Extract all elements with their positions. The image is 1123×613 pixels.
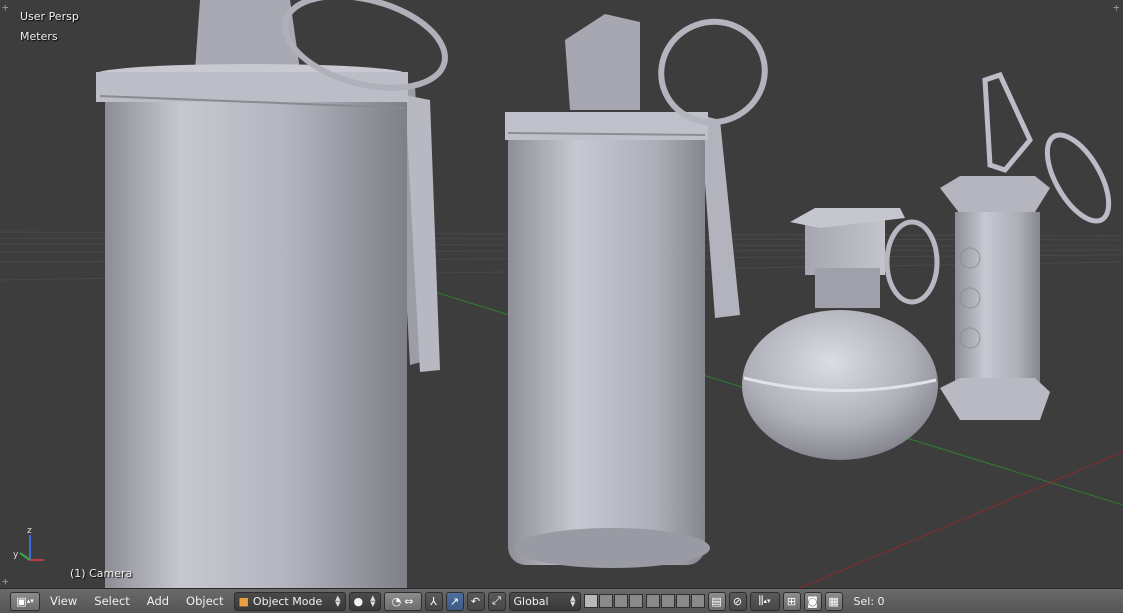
editor-type-button[interactable]: ▣ ▴▾ xyxy=(10,591,40,611)
render-animation-button[interactable]: ▦ xyxy=(824,591,843,611)
snap-target-button[interactable]: ⊞ xyxy=(782,591,801,611)
manipulator-icon: ⅄ xyxy=(430,594,437,608)
render-icon: ◙ xyxy=(807,594,818,608)
grenade-hex[interactable] xyxy=(940,71,1121,420)
translate-icon: ↗ xyxy=(449,594,460,608)
svg-text:y: y xyxy=(13,550,19,560)
layers-panel-1[interactable] xyxy=(583,594,643,608)
x-axis-line xyxy=(799,451,1123,588)
render-button[interactable]: ◙ xyxy=(803,591,822,611)
rotate-icon: ↶ xyxy=(470,594,481,608)
layer-6[interactable] xyxy=(660,594,675,608)
grenade-large[interactable] xyxy=(96,0,455,588)
selection-status: Sel: 0 xyxy=(853,594,885,608)
blender-window: z y + + + User Persp Meters (1) Camera ▣… xyxy=(0,0,1123,613)
menu-object[interactable]: Object xyxy=(179,594,230,608)
corner-widget-top-right[interactable]: + xyxy=(1113,2,1120,13)
pivot-point-select[interactable]: ◔ ⇔ xyxy=(383,591,422,611)
layer-1[interactable] xyxy=(583,594,598,608)
scale-icon: ⤢ xyxy=(492,594,501,607)
rotate-toggle[interactable]: ↶ xyxy=(466,591,485,611)
viewport-header: ▣ ▴▾ View Select Add Object ■ Object Mode… xyxy=(0,588,1123,613)
layer-8[interactable] xyxy=(690,594,705,608)
layer-4[interactable] xyxy=(628,594,643,608)
snap-element-icon: ⇔ xyxy=(404,594,414,608)
active-object-label: (1) Camera xyxy=(70,567,133,580)
transform-orientation-select[interactable]: Global ▲ ▼ xyxy=(508,591,581,611)
axis-gizmo: z y xyxy=(13,526,44,561)
object-cube-icon: ■ xyxy=(238,594,249,608)
layers-icon: ▤ xyxy=(711,594,722,608)
proportional-edit-icon: ⊘ xyxy=(732,594,743,608)
translate-toggle[interactable]: ↗ xyxy=(445,591,464,611)
svg-text:z: z xyxy=(27,526,32,536)
orientation-label: Global xyxy=(513,594,549,608)
chevron-updown-icon: ▲ ▼ xyxy=(335,594,341,608)
layer-7[interactable] xyxy=(675,594,690,608)
menu-select[interactable]: Select xyxy=(87,594,136,608)
scene-render: z y xyxy=(0,0,1123,588)
pivot-icon: ◔ xyxy=(391,594,402,608)
units-label: Meters xyxy=(20,30,58,43)
layer-5[interactable] xyxy=(645,594,660,608)
proportional-edit-button[interactable]: ⊘ xyxy=(728,591,747,611)
lock-icon: ⊞ xyxy=(786,594,797,608)
menu-view[interactable]: View xyxy=(43,594,84,608)
viewport-shading-icon: ● xyxy=(353,594,364,608)
corner-widget-top-left[interactable]: + xyxy=(2,2,9,13)
menu-add[interactable]: Add xyxy=(140,594,176,608)
layer-3[interactable] xyxy=(613,594,628,608)
mode-label: Object Mode xyxy=(252,594,323,608)
corner-widget-bottom-left[interactable]: + xyxy=(2,576,9,587)
snap-toggle[interactable]: ⫼ ▴▾ xyxy=(749,591,780,611)
grenade-middle[interactable] xyxy=(505,7,779,568)
mode-select[interactable]: ■ Object Mode ▲ ▼ xyxy=(233,591,346,611)
manipulator-toggle[interactable]: ⅄ xyxy=(424,591,443,611)
editor-type-icon: ▣ xyxy=(16,594,27,608)
3d-viewport[interactable]: z y + + + User Persp Meters (1) Camera xyxy=(0,0,1123,588)
layers-lock-button[interactable]: ▤ xyxy=(707,591,726,611)
scale-toggle[interactable]: ⤢ xyxy=(487,591,506,611)
viewport-shading-select[interactable]: ● ▲ ▼ xyxy=(348,591,381,611)
camera-render-icon: ▦ xyxy=(828,594,839,608)
layer-2[interactable] xyxy=(598,594,613,608)
view-name: User Persp xyxy=(20,10,79,23)
layers-panel-2[interactable] xyxy=(645,594,705,608)
